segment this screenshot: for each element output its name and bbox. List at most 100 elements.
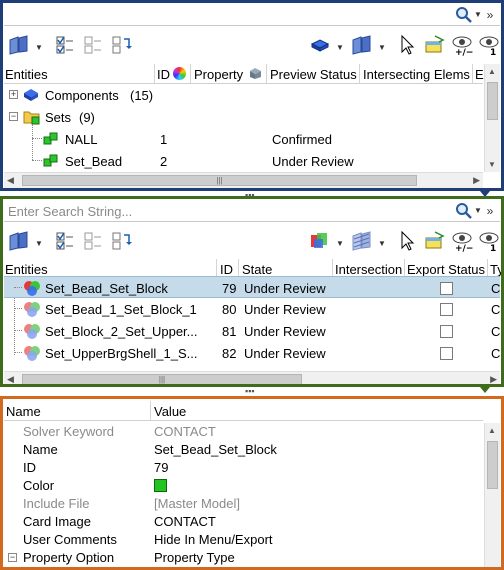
contact-color-dropdown-icon[interactable]: ▼ [336, 239, 344, 248]
property-row-card-image[interactable]: Card Image CONTACT [4, 513, 483, 531]
check-none-icon[interactable] [82, 34, 104, 56]
collapse-icon[interactable]: − [8, 553, 17, 562]
contact-id: 79 [222, 281, 237, 296]
sets-folder-icon [23, 109, 41, 125]
check-none-icon[interactable] [82, 230, 104, 252]
reverse-check-icon[interactable] [110, 230, 132, 252]
collapse-icon[interactable]: − [9, 112, 18, 121]
property-value[interactable]: CONTACT [154, 514, 216, 529]
scrollbar-thumb[interactable] [487, 441, 498, 489]
splitter[interactable]: ▪▪▪ [0, 387, 504, 396]
column-header-type[interactable]: Ty [490, 262, 501, 277]
property-row-property-option[interactable]: − Property Option Property Type [4, 549, 483, 567]
collapse-toolbar-icon[interactable]: » [480, 4, 500, 26]
check-all-icon[interactable] [54, 34, 76, 56]
search-input[interactable]: Enter Search String... [8, 204, 132, 219]
check-all-icon[interactable] [54, 230, 76, 252]
scrollbar-thumb[interactable]: ||| [22, 175, 417, 186]
entity-filter-icon[interactable] [351, 34, 373, 56]
property-value[interactable]: Hide In Menu/Export [154, 532, 273, 547]
toolbar: ▼ ▼ ▼ +/− 1 [4, 27, 500, 63]
property-value[interactable]: Set_Bead_Set_Block [154, 442, 277, 457]
tree-row-nall[interactable]: NALL 1 Confirmed [4, 128, 483, 150]
scrollbar-thumb[interactable] [487, 82, 498, 120]
contact-id: 82 [222, 346, 237, 361]
show-plus-minus-icon[interactable]: +/− [451, 230, 473, 254]
contact-row-selected[interactable]: Set_Bead_Set_Block 79 Under Review C( [4, 276, 501, 298]
contact-icon [23, 301, 41, 317]
cube-display-dropdown-icon[interactable]: ▼ [336, 43, 344, 52]
isolate-icon[interactable] [423, 34, 445, 56]
export-status-checkbox[interactable] [440, 347, 453, 360]
tree-row-components[interactable]: + Components (15) [4, 84, 483, 106]
vertical-scrollbar[interactable]: ▲ [484, 423, 500, 567]
vertical-scrollbar[interactable]: ▲ ▼ [484, 64, 500, 172]
search-icon[interactable] [454, 200, 474, 222]
column-header-state[interactable]: State [242, 262, 272, 277]
show-one-icon[interactable]: 1 [478, 230, 500, 254]
column-header-name[interactable]: Name [6, 404, 41, 419]
tree-row-sets[interactable]: − Sets (9) [4, 106, 483, 128]
contact-browser-panel: Enter Search String... ▼ » ▼ ▼ ▼ +/− 1 E… [0, 196, 504, 387]
property-value[interactable]: Property Type [154, 550, 235, 565]
property-name: ID [23, 460, 36, 475]
contact-name: Set_Block_2_Set_Upper... [45, 324, 198, 339]
entity-view-icon[interactable] [8, 230, 30, 252]
search-icon[interactable] [454, 4, 474, 26]
contact-pattern-icon[interactable] [351, 230, 373, 252]
export-status-checkbox[interactable] [440, 325, 453, 338]
property-row-color[interactable]: Color [4, 477, 483, 495]
property-name: Color [23, 478, 55, 493]
contact-name: Set_Bead_1_Set_Block_1 [45, 302, 197, 317]
column-header-intersection[interactable]: Intersection [335, 262, 402, 277]
column-header-entities[interactable]: Entities [5, 67, 48, 82]
property-row-user-comments[interactable]: User Comments Hide In Menu/Export [4, 531, 483, 549]
entity-view-dropdown-icon[interactable]: ▼ [35, 239, 43, 248]
column-header-export-status[interactable]: Export Status [407, 262, 485, 277]
select-cursor-icon[interactable] [397, 230, 419, 252]
search-bar[interactable]: Enter Search String... ▼ » [4, 200, 500, 222]
tree-row-label: NALL [65, 132, 98, 147]
collapse-toolbar-icon[interactable]: » [480, 200, 500, 222]
property-value[interactable]: 79 [154, 460, 168, 475]
column-header-entities[interactable]: Entities [5, 262, 48, 277]
export-status-checkbox[interactable] [440, 303, 453, 316]
export-status-checkbox[interactable] [440, 282, 453, 295]
contact-state: Under Review [244, 324, 326, 339]
tree-row-set-bead[interactable]: Set_Bead 2 Under Review [4, 150, 483, 172]
contact-row[interactable]: Set_Bead_1_Set_Block_1 80 Under Review C… [4, 298, 501, 320]
column-header-preview-status[interactable]: Preview Status [270, 67, 357, 82]
select-cursor-icon[interactable] [397, 34, 419, 56]
entity-view-dropdown-icon[interactable]: ▼ [35, 43, 43, 52]
color-swatch[interactable] [154, 479, 167, 492]
cube-display-icon[interactable] [309, 34, 331, 56]
contact-type: C( [491, 346, 504, 361]
column-header-value[interactable]: Value [154, 404, 186, 419]
contact-row[interactable]: Set_Block_2_Set_Upper... 81 Under Review… [4, 320, 501, 342]
entity-view-icon[interactable] [8, 34, 30, 56]
entity-filter-dropdown-icon[interactable]: ▼ [378, 43, 386, 52]
column-header-id[interactable]: ID [220, 262, 233, 277]
contact-id: 80 [222, 302, 237, 317]
column-header-property[interactable]: Property [194, 67, 243, 82]
column-header-id[interactable]: ID [157, 67, 170, 82]
expand-icon[interactable]: + [9, 90, 18, 99]
column-header-intersecting-elems[interactable]: Intersecting Elems [363, 67, 470, 82]
contact-icon [23, 345, 41, 361]
contact-pattern-dropdown-icon[interactable]: ▼ [378, 239, 386, 248]
contact-row[interactable]: Set_UpperBrgShell_1_S... 82 Under Review… [4, 342, 501, 364]
reverse-check-icon[interactable] [110, 34, 132, 56]
isolate-icon[interactable] [423, 230, 445, 252]
search-bar[interactable]: ▼ » [4, 4, 500, 26]
property-value: CONTACT [154, 424, 216, 439]
property-row-id[interactable]: ID 79 [4, 459, 483, 477]
set-icon [43, 132, 59, 146]
show-plus-minus-icon[interactable]: +/− [451, 34, 473, 58]
scrollbar-thumb[interactable]: ||| [22, 374, 302, 384]
contact-color-icon[interactable] [309, 230, 331, 252]
horizontal-scrollbar[interactable]: ◀ ||| ▶ [4, 371, 500, 384]
column-header-row: Name Value [4, 401, 483, 421]
horizontal-scrollbar[interactable]: ◀ ||| ▶ [4, 172, 483, 188]
show-one-icon[interactable]: 1 [478, 34, 500, 58]
property-row-name[interactable]: Name Set_Bead_Set_Block [4, 441, 483, 459]
